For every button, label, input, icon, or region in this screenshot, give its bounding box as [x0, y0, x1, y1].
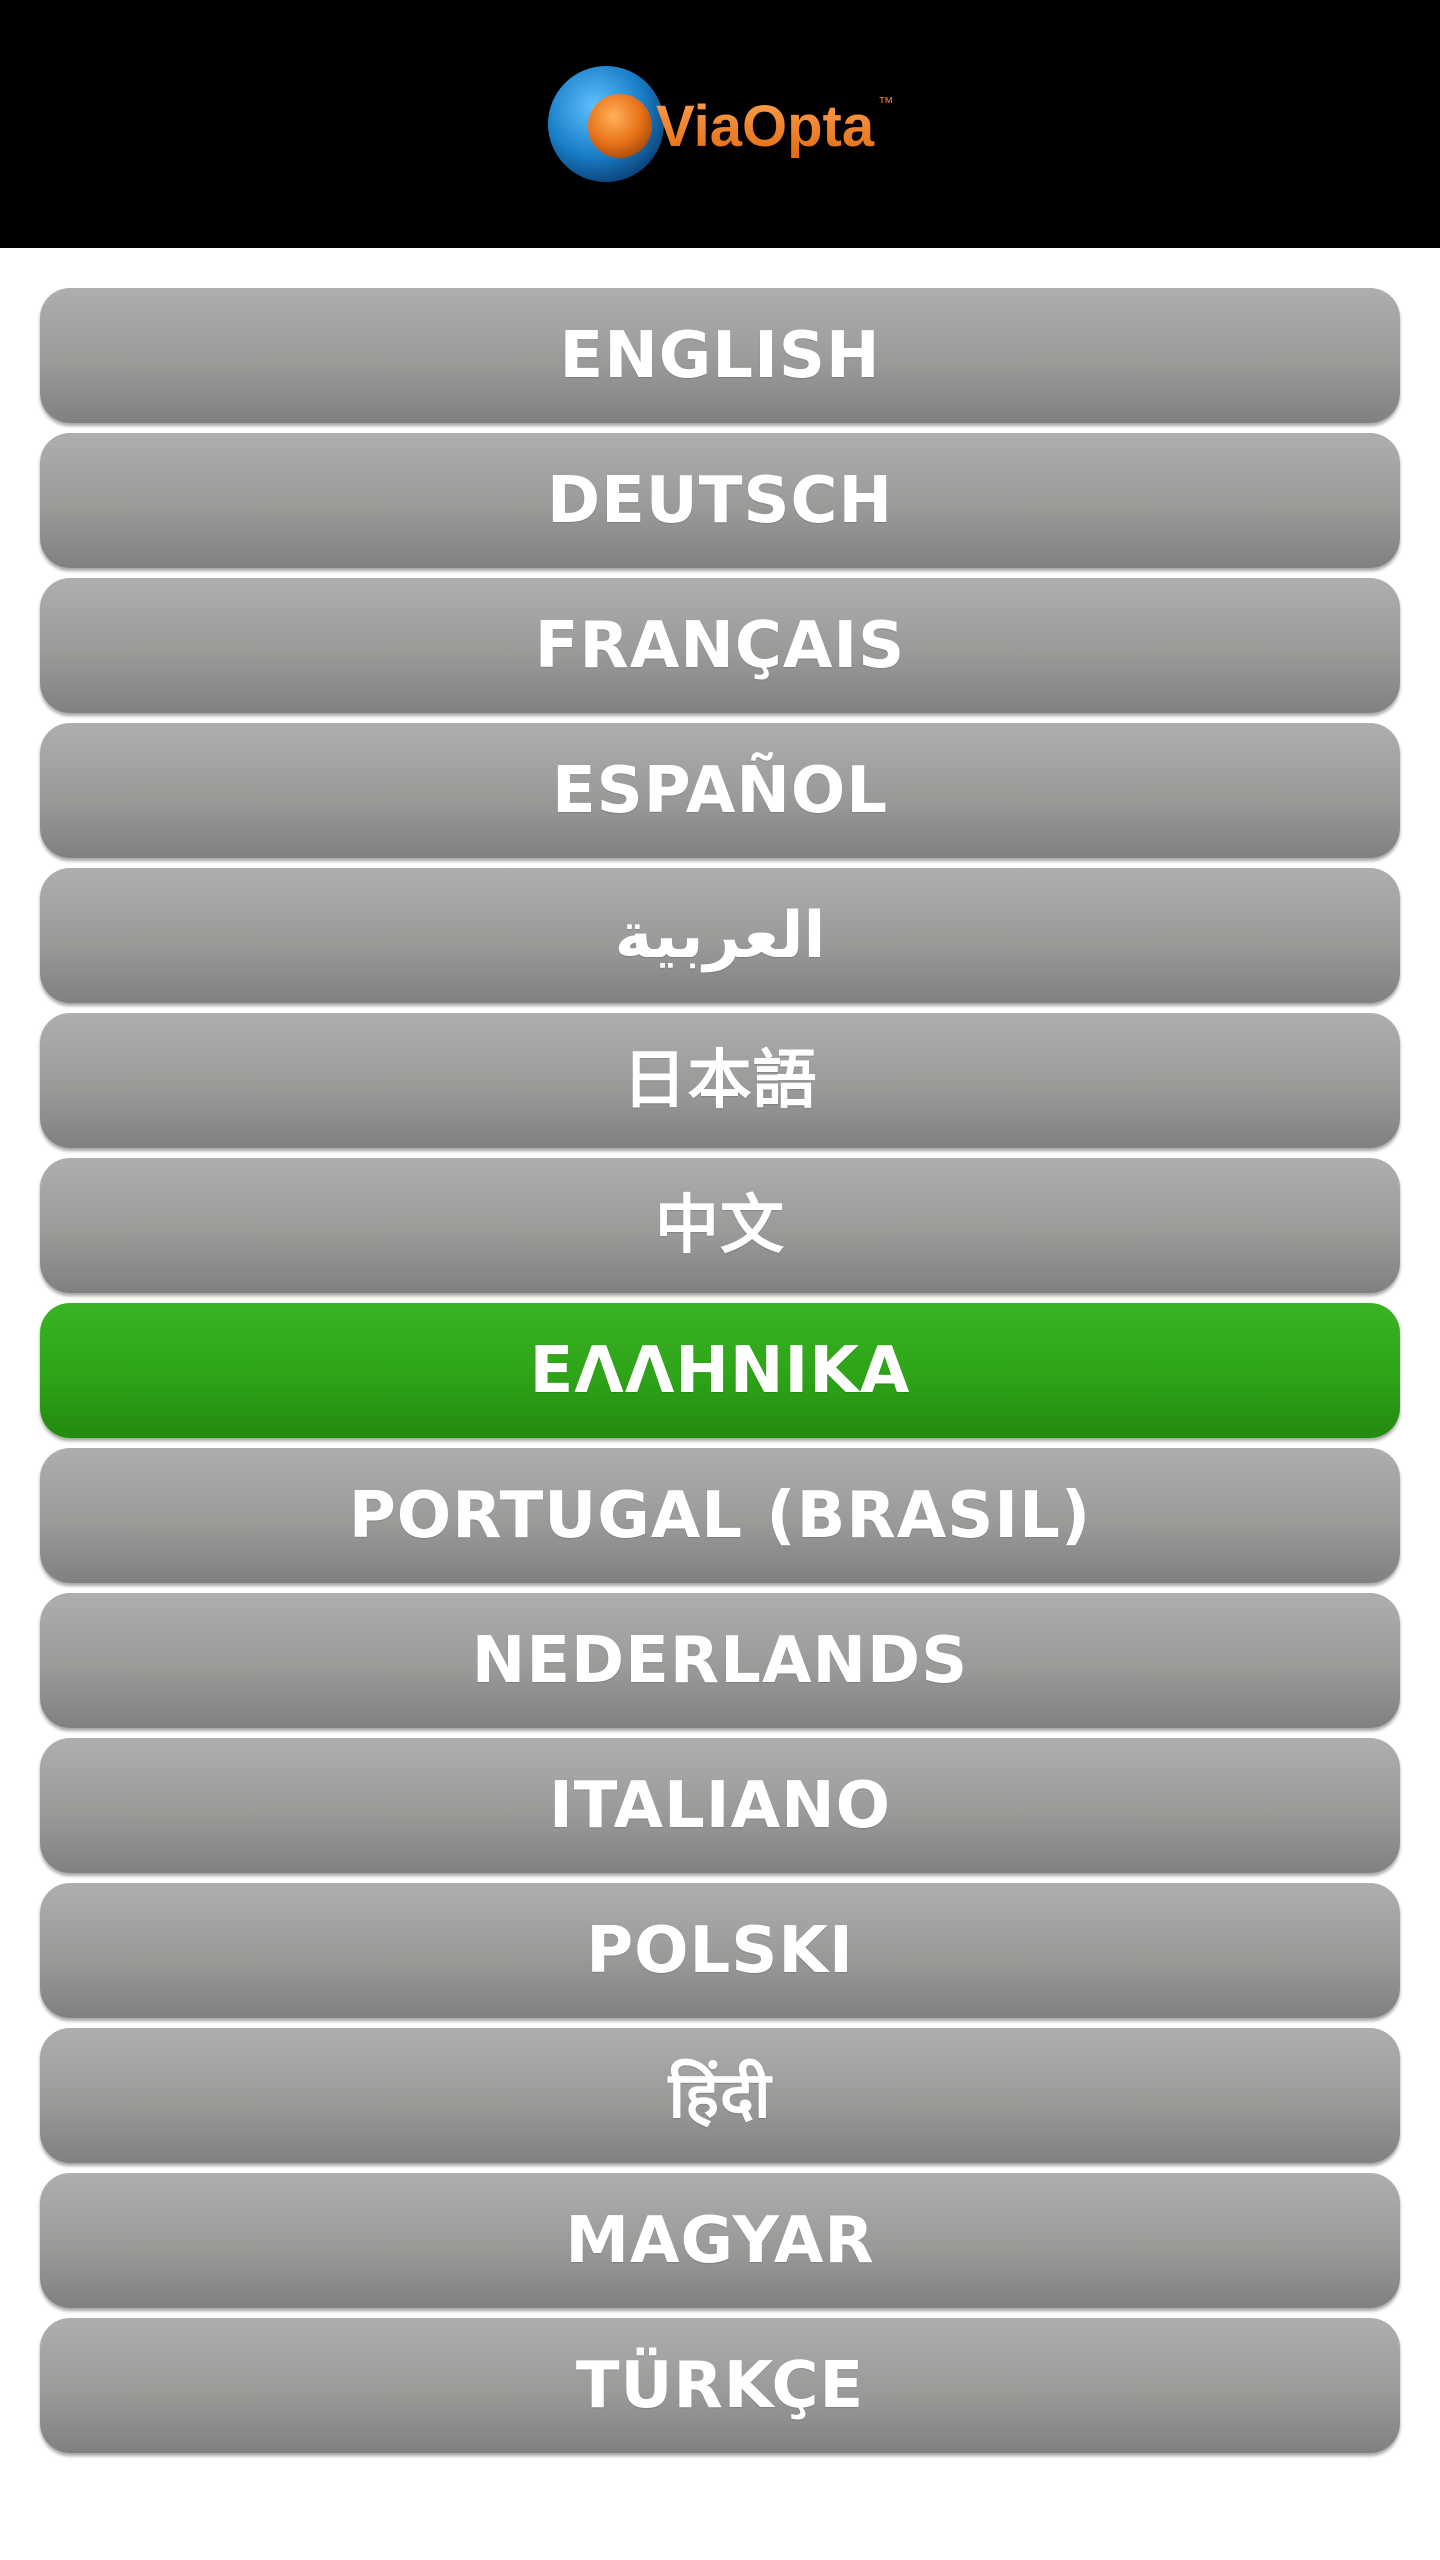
language-button[interactable]: 中文 [40, 1158, 1400, 1293]
language-button-label: ESPAÑOL [551, 753, 889, 828]
language-button[interactable]: ENGLISH [40, 288, 1400, 423]
language-button[interactable]: 日本語 [40, 1013, 1400, 1148]
language-button[interactable]: PORTUGAL (BRASIL) [40, 1448, 1400, 1583]
language-button[interactable]: TÜRKÇE [40, 2318, 1400, 2453]
language-button-label: FRANÇAIS [534, 608, 906, 683]
language-button-label: POLSKI [586, 1913, 854, 1988]
language-button-label: 日本語 [622, 1043, 818, 1118]
language-button-label: DEUTSCH [546, 463, 894, 538]
language-button[interactable]: NEDERLANDS [40, 1593, 1400, 1728]
language-button[interactable]: ESPAÑOL [40, 723, 1400, 858]
logo-orange-circle [588, 94, 652, 158]
language-button[interactable]: हिंदी [40, 2028, 1400, 2163]
language-button-label: ΕΛΛΗΝΙΚΑ [529, 1333, 911, 1408]
logo-text: ViaOpta [656, 94, 875, 159]
language-button-label: PORTUGAL (BRASIL) [348, 1478, 1092, 1553]
language-list: ENGLISH DEUTSCH FRANÇAIS ESPAÑOL العربية 日本語中… [40, 288, 1400, 2463]
language-button[interactable]: العربية [40, 868, 1400, 1003]
language-button-label: TÜRKÇE [575, 2348, 865, 2423]
language-button-label: NEDERLANDS [471, 1623, 969, 1698]
language-button-label: MAGYAR [565, 2203, 875, 2278]
language-button[interactable]: POLSKI [40, 1883, 1400, 2018]
language-button-label: ITALIANO [548, 1768, 892, 1843]
logo-trademark: ™ [878, 95, 892, 112]
app-header: ViaOpta ™ [0, 0, 1440, 248]
language-button-label: हिंदी [668, 2058, 772, 2133]
language-button[interactable]: MAGYAR [40, 2173, 1400, 2308]
language-button[interactable]: FRANÇAIS [40, 578, 1400, 713]
language-button[interactable]: ITALIANO [40, 1738, 1400, 1873]
language-button[interactable]: DEUTSCH [40, 433, 1400, 568]
language-button-label: العربية [614, 898, 826, 973]
language-button[interactable]: ΕΛΛΗΝΙΚΑ [40, 1303, 1400, 1438]
language-button-label: ENGLISH [559, 318, 881, 393]
viaopta-logo: ViaOpta ™ [548, 66, 892, 182]
language-button-label: 中文 [655, 1188, 785, 1263]
